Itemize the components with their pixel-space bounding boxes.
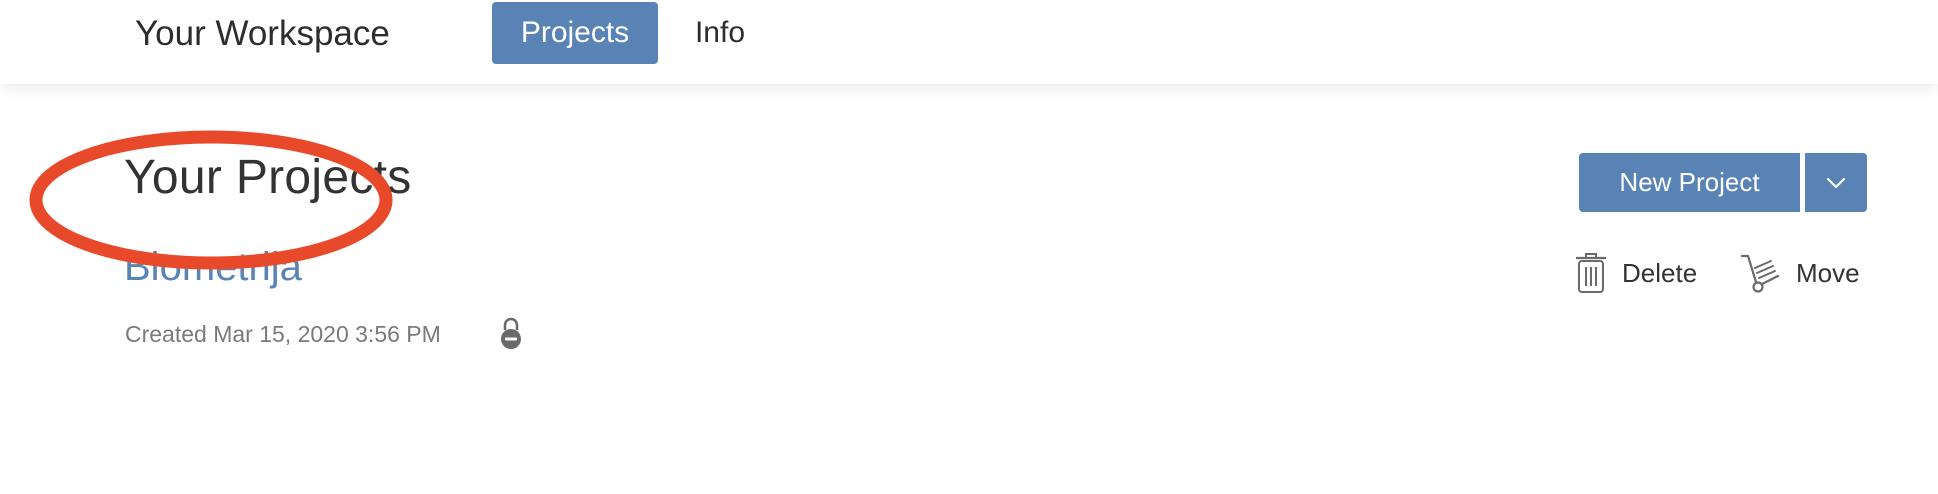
- lock-icon: [501, 317, 521, 349]
- delete-label: Delete: [1622, 257, 1698, 288]
- move-button[interactable]: Move: [1740, 252, 1860, 294]
- delete-button[interactable]: Delete: [1574, 252, 1697, 294]
- new-project-button[interactable]: New Project: [1579, 153, 1800, 212]
- chevron-down-icon: [1826, 177, 1846, 188]
- project-name-link[interactable]: Biometrija: [124, 242, 302, 292]
- top-nav-bar: Your Workspace Projects Info: [0, 0, 1938, 84]
- hand-truck-icon: [1740, 254, 1780, 293]
- trash-icon: [1576, 253, 1606, 293]
- tab-projects[interactable]: Projects: [492, 2, 658, 64]
- workspace-title: Your Workspace: [135, 14, 390, 53]
- new-project-dropdown-button[interactable]: [1805, 153, 1867, 212]
- page-title: Your Projects: [124, 151, 412, 204]
- move-label: Move: [1796, 257, 1860, 288]
- tab-info[interactable]: Info: [680, 2, 760, 64]
- project-created-date: Created Mar 15, 2020 3:56 PM: [125, 321, 441, 347]
- main-content: Your Projects New Project Biometrija Cre…: [0, 84, 1938, 494]
